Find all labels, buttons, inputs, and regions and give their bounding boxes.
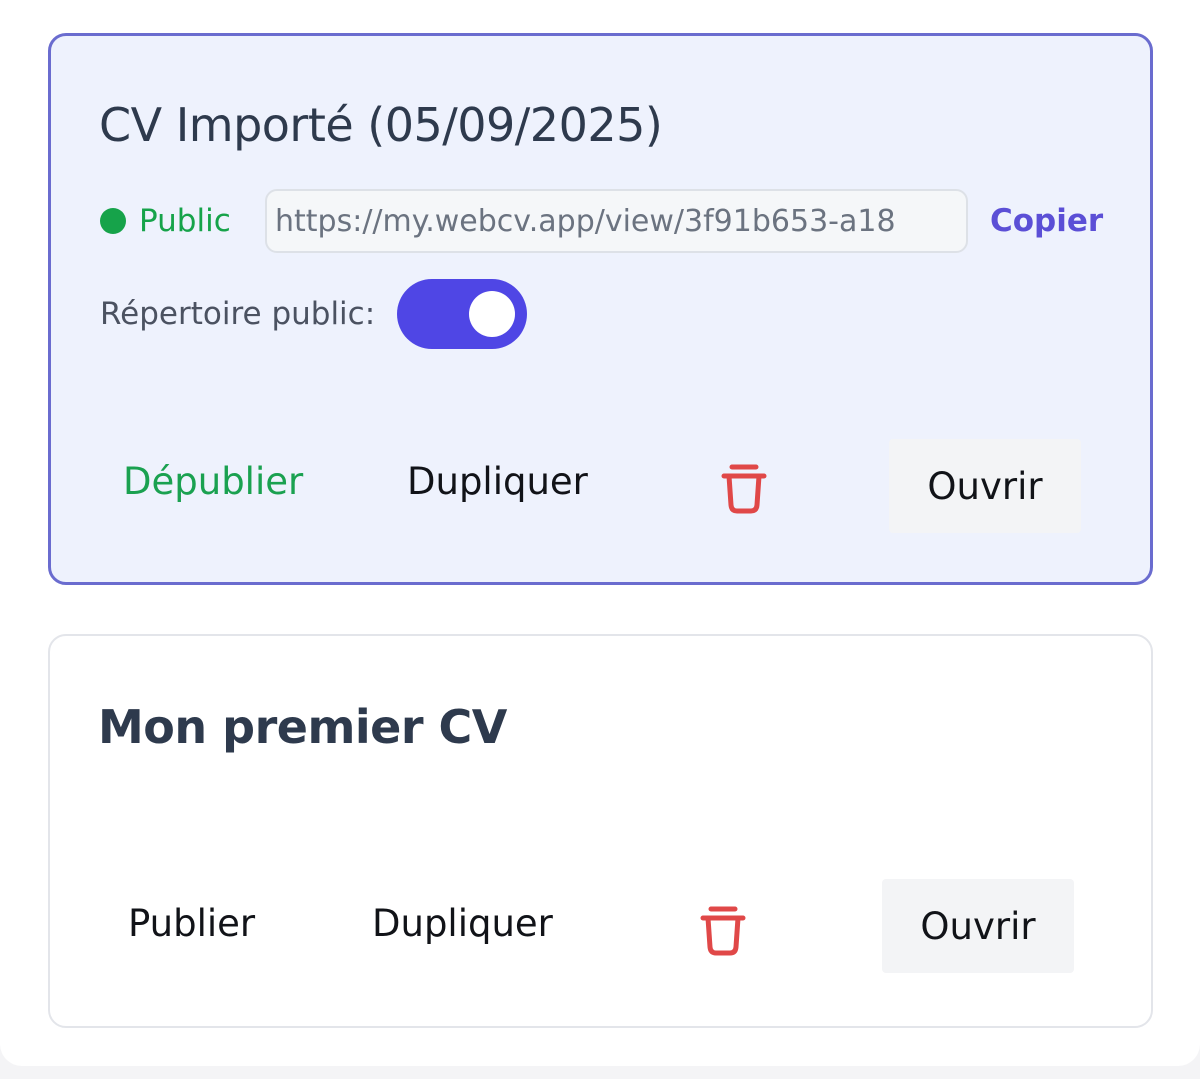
share-url-field[interactable]	[265, 189, 968, 253]
delete-button[interactable]	[693, 899, 753, 959]
toggle-knob	[469, 291, 516, 337]
directory-label: Répertoire public:	[100, 296, 376, 332]
status-dot-icon	[100, 208, 126, 234]
directory-row: Répertoire public:	[100, 279, 528, 349]
trash-icon	[700, 906, 746, 956]
cv-title: CV Importé (05/09/2025)	[99, 98, 663, 152]
open-button-label: Ouvrir	[927, 464, 1043, 508]
open-button-label: Ouvrir	[920, 904, 1036, 948]
open-button[interactable]: Ouvrir	[882, 879, 1074, 973]
unpublish-button[interactable]: Dépublier	[123, 460, 303, 503]
trash-icon	[721, 464, 767, 514]
duplicate-button[interactable]: Dupliquer	[372, 902, 553, 945]
cv-title: Mon premier CV	[98, 700, 507, 754]
copy-button[interactable]: Copier	[990, 203, 1103, 239]
duplicate-button[interactable]: Dupliquer	[407, 460, 588, 503]
publish-button[interactable]: Publier	[128, 902, 255, 945]
cv-list-panel: CV Importé (05/09/2025) Public Copier Ré…	[0, 0, 1200, 1066]
open-button[interactable]: Ouvrir	[889, 439, 1081, 533]
cv-card-selected[interactable]: CV Importé (05/09/2025) Public Copier Ré…	[48, 33, 1153, 585]
delete-button[interactable]	[714, 457, 774, 517]
public-directory-toggle[interactable]	[397, 279, 528, 349]
share-row: Public Copier	[100, 189, 1103, 253]
cv-card[interactable]: Mon premier CV Publier Dupliquer Ouvrir	[48, 634, 1153, 1028]
status-label: Public	[139, 203, 231, 239]
